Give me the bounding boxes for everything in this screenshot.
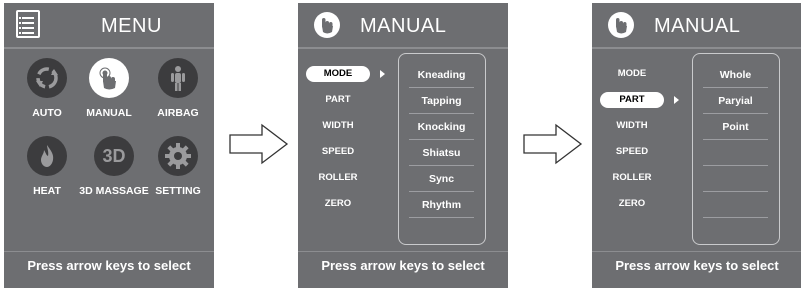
category-item-part[interactable]: PART — [306, 92, 370, 108]
option-tapping[interactable]: Tapping — [399, 95, 484, 107]
selection-arrow-icon — [380, 70, 385, 78]
flame-icon — [27, 136, 67, 176]
option-divider — [703, 217, 768, 218]
manual-header: MANUAL — [592, 3, 801, 47]
category-item-width[interactable]: WIDTH — [600, 118, 664, 134]
option-sync[interactable]: Sync — [399, 173, 484, 185]
tile-setting[interactable]: SETTING — [148, 136, 208, 197]
menu-screen: MENU AUTO MANUAL AIRBAG HEAT 3D 3D MASSA… — [4, 3, 214, 288]
tile-heat[interactable]: HEAT — [17, 136, 77, 197]
manual-part-screen: MANUAL MODE PART WIDTH SPEED ROLLER ZERO… — [592, 3, 801, 288]
options-panel: Whole Paryial Point — [692, 53, 780, 245]
hand-icon — [608, 12, 634, 38]
option-divider — [703, 113, 768, 114]
option-divider — [409, 87, 474, 88]
category-item-part[interactable]: PART — [600, 92, 664, 108]
footer-hint: Press arrow keys to select — [27, 258, 191, 273]
manual-header: MANUAL — [298, 3, 508, 47]
option-whole[interactable]: Whole — [693, 69, 778, 81]
tile-label: SETTING — [155, 185, 201, 197]
menu-title: MENU — [101, 15, 162, 37]
header-divider — [298, 47, 508, 49]
flow-arrow-icon — [523, 123, 583, 165]
body-airbag-icon — [158, 58, 198, 98]
category-item-roller[interactable]: ROLLER — [306, 170, 370, 186]
tile-label: 3D MASSAGE — [79, 185, 149, 197]
tile-label: HEAT — [33, 185, 61, 197]
gear-icon — [158, 136, 198, 176]
option-divider — [409, 191, 474, 192]
3d-icon: 3D — [94, 136, 134, 176]
option-divider — [409, 217, 474, 218]
footer-hint: Press arrow keys to select — [615, 258, 779, 273]
footer-hint: Press arrow keys to select — [321, 258, 485, 273]
hand-icon — [314, 12, 340, 38]
footer-divider — [4, 251, 214, 252]
option-shiatsu[interactable]: Shiatsu — [399, 147, 484, 159]
option-kneading[interactable]: Kneading — [399, 69, 484, 81]
auto-cycle-icon — [27, 58, 67, 98]
manual-mode-screen: MANUAL MODE PART WIDTH SPEED ROLLER ZERO… — [298, 3, 508, 288]
tile-3d-massage[interactable]: 3D 3D MASSAGE — [76, 136, 152, 197]
options-panel: Kneading Tapping Knocking Shiatsu Sync R… — [398, 53, 486, 245]
category-item-speed[interactable]: SPEED — [600, 144, 664, 160]
category-item-mode[interactable]: MODE — [306, 66, 370, 82]
option-divider — [703, 165, 768, 166]
selection-arrow-icon — [674, 96, 679, 104]
header-divider — [592, 47, 801, 49]
category-item-mode[interactable]: MODE — [600, 66, 664, 82]
option-rhythm[interactable]: Rhythm — [399, 199, 484, 211]
menu-header: MENU — [4, 3, 214, 47]
footer-divider — [298, 251, 508, 252]
option-divider — [703, 139, 768, 140]
header-divider — [4, 47, 214, 49]
category-item-zero[interactable]: ZERO — [600, 196, 664, 212]
hand-icon — [89, 58, 129, 98]
footer-divider — [592, 251, 801, 252]
tile-label: MANUAL — [86, 107, 132, 119]
tile-auto[interactable]: AUTO — [17, 58, 77, 119]
category-item-speed[interactable]: SPEED — [306, 144, 370, 160]
option-divider — [703, 87, 768, 88]
option-divider — [409, 139, 474, 140]
tile-label: AIRBAG — [157, 107, 199, 119]
category-item-zero[interactable]: ZERO — [306, 196, 370, 212]
tile-airbag[interactable]: AIRBAG — [148, 58, 208, 119]
tile-label: AUTO — [32, 107, 62, 119]
option-divider — [409, 165, 474, 166]
category-item-roller[interactable]: ROLLER — [600, 170, 664, 186]
option-divider — [409, 113, 474, 114]
tile-manual[interactable]: MANUAL — [79, 58, 139, 119]
menu-list-icon — [16, 10, 40, 38]
option-point[interactable]: Point — [693, 121, 778, 133]
option-knocking[interactable]: Knocking — [399, 121, 484, 133]
category-item-width[interactable]: WIDTH — [306, 118, 370, 134]
manual-title: MANUAL — [654, 15, 741, 37]
option-paryial[interactable]: Paryial — [693, 95, 778, 107]
manual-title: MANUAL — [360, 15, 447, 37]
flow-arrow-icon — [229, 123, 289, 165]
option-divider — [703, 191, 768, 192]
